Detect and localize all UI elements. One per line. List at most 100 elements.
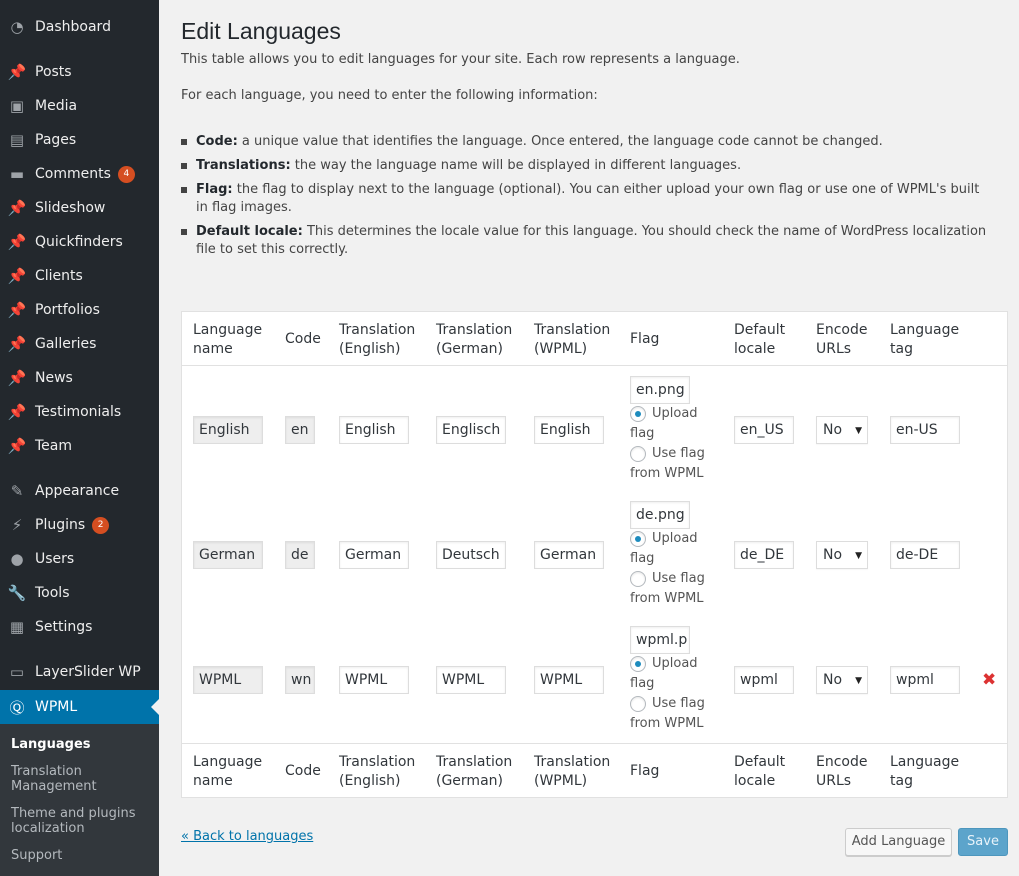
use-wpml-flag-radio[interactable] — [630, 446, 646, 462]
translation-german-input[interactable]: Deutsch — [436, 541, 506, 569]
count-badge: 4 — [117, 165, 135, 183]
language-tag-input[interactable]: en-US — [890, 416, 960, 444]
column-header-line: Language — [890, 322, 960, 338]
default-locale-input[interactable]: en_US — [734, 416, 794, 444]
info-text: the way the language name will be displa… — [290, 158, 742, 173]
pin-icon: 📌 — [7, 369, 27, 387]
sidebar-item-team[interactable]: 📌 Team — [0, 429, 159, 463]
use-wpml-flag-radio[interactable] — [630, 696, 646, 712]
column-header-line: Language — [193, 754, 263, 770]
sidebar-item-label: Media — [35, 98, 78, 114]
sidebar-item-comments[interactable]: ▬ Comments 4 — [0, 157, 159, 191]
encode-urls-select[interactable]: No ▼ — [816, 666, 868, 694]
sidebar-item-appearance[interactable]: ✎ Appearance — [0, 474, 159, 508]
sidebar-item-testimonials[interactable]: 📌 Testimonials — [0, 395, 159, 429]
upload-flag-label: flag — [630, 551, 655, 566]
column-header: Code — [285, 330, 321, 349]
pin-icon: 📌 — [7, 403, 27, 421]
sidebar-item-slideshow[interactable]: 📌 Slideshow — [0, 191, 159, 225]
use-wpml-flag-label: from WPML — [630, 466, 704, 481]
language-name-field: English — [193, 416, 263, 444]
plug-icon: ⚡ — [11, 516, 23, 534]
settings-icon: ▦ — [9, 618, 25, 636]
column-header: Language name — [193, 753, 262, 791]
sidebar-item-dashboard[interactable]: ◔ Dashboard — [0, 10, 159, 44]
upload-flag-radio[interactable] — [630, 406, 646, 422]
delete-icon[interactable]: ✖ — [982, 672, 996, 689]
save-button[interactable]: Save — [958, 828, 1008, 856]
column-header-line: Language — [193, 322, 263, 338]
column-header-line: Encode — [816, 754, 868, 770]
pin-icon: 📌 — [7, 335, 27, 353]
sidebar-item-layerslider-wp[interactable]: ▭ LayerSlider WP — [0, 655, 159, 689]
submenu-item-languages[interactable]: Languages — [11, 737, 151, 752]
back-to-languages-link[interactable]: « Back to languages — [181, 829, 313, 844]
sidebar-item-wpml[interactable]: Ⓠ WPML — [0, 690, 159, 724]
add-language-button[interactable]: Add Language — [845, 828, 952, 856]
admin-sidebar: ◔ Dashboard 📌 Posts ▣ Media ▤ Pages ▬ Comments 4 📌 S… — [0, 0, 159, 876]
flag-file-input[interactable]: wpml.p — [630, 626, 690, 654]
sidebar-item-label: WPML — [35, 699, 78, 715]
flag-file-input[interactable]: en.png — [630, 376, 690, 404]
sidebar-item-users[interactable]: ● Users — [0, 542, 159, 576]
column-header-line: Default — [734, 754, 786, 770]
upload-flag-label: Upload — [652, 531, 698, 546]
translation-english-input[interactable]: German — [339, 541, 409, 569]
use-wpml-flag-radio[interactable] — [630, 571, 646, 587]
column-header-line: tag — [890, 341, 913, 357]
sidebar-item-clients[interactable]: 📌 Clients — [0, 259, 159, 293]
table-footer-row: Language name Code Translation (English) Tran… — [182, 743, 1007, 797]
column-header: Flag — [630, 762, 659, 781]
translation-english-input[interactable]: WPML — [339, 666, 409, 694]
sidebar-item-news[interactable]: 📌 News — [0, 361, 159, 395]
pin-icon: 📌 — [7, 233, 27, 251]
sidebar-item-plugins[interactable]: ⚡ Plugins 2 — [0, 508, 159, 542]
translation-english-input[interactable]: English — [339, 416, 409, 444]
info-list-item: Translations: the way the language name … — [181, 157, 991, 175]
column-header: Translation (WPML) — [534, 321, 610, 359]
column-header-line: URLs — [816, 341, 852, 357]
submenu-item-support[interactable]: Support — [11, 848, 151, 863]
sidebar-item-media[interactable]: ▣ Media — [0, 89, 159, 123]
comments-icon: ▬ — [9, 165, 25, 183]
intro-text-2: For each language, you need to enter the… — [181, 88, 598, 103]
translation-wpml-input[interactable]: English — [534, 416, 604, 444]
sidebar-item-label: Slideshow — [35, 200, 106, 216]
encode-urls-select[interactable]: No ▼ — [816, 416, 868, 444]
default-locale-input[interactable]: wpml — [734, 666, 794, 694]
column-header-line: Translation — [339, 754, 416, 770]
flag-file-input[interactable]: de.png — [630, 501, 690, 529]
sidebar-item-quickfinders[interactable]: 📌 Quickfinders — [0, 225, 159, 259]
info-term: Translations: — [196, 158, 291, 173]
sidebar-item-tools[interactable]: 🔧 Tools — [0, 576, 159, 610]
column-header: Language name — [193, 321, 262, 359]
sidebar-item-pages[interactable]: ▤ Pages — [0, 123, 159, 157]
language-code-field: wn — [285, 666, 315, 694]
upload-flag-label: flag — [630, 676, 655, 691]
translation-german-input[interactable]: Englisch — [436, 416, 506, 444]
column-header-line: Flag — [630, 763, 660, 779]
language-tag-input[interactable]: de-DE — [890, 541, 960, 569]
sidebar-item-portfolios[interactable]: 📌 Portfolios — [0, 293, 159, 327]
info-list-item: Code: a unique value that identifies the… — [181, 133, 991, 151]
upload-flag-radio[interactable] — [630, 531, 646, 547]
submenu-item-theme-and-plugins-localization[interactable]: Theme and plugins localization — [11, 806, 151, 836]
sidebar-item-galleries[interactable]: 📌 Galleries — [0, 327, 159, 361]
translation-wpml-input[interactable]: WPML — [534, 666, 604, 694]
upload-flag-radio[interactable] — [630, 656, 646, 672]
default-locale-input[interactable]: de_DE — [734, 541, 794, 569]
submenu-item-translation-management[interactable]: Translation Management — [11, 764, 151, 794]
language-tag-input[interactable]: wpml — [890, 666, 960, 694]
sidebar-item-label: Posts — [35, 64, 72, 80]
sidebar-item-posts[interactable]: 📌 Posts — [0, 55, 159, 89]
translation-wpml-input[interactable]: German — [534, 541, 604, 569]
media-icon: ▣ — [9, 97, 25, 115]
caret-down-icon: ▼ — [855, 426, 862, 436]
encode-urls-select[interactable]: No ▼ — [816, 541, 868, 569]
page-title: Edit Languages — [181, 18, 341, 44]
sidebar-item-settings[interactable]: ▦ Settings — [0, 610, 159, 644]
brush-icon: ✎ — [10, 482, 24, 500]
info-list-item: Flag: the flag to display next to the la… — [181, 181, 991, 217]
info-term: Flag: — [196, 182, 233, 197]
translation-german-input[interactable]: WPML — [436, 666, 506, 694]
